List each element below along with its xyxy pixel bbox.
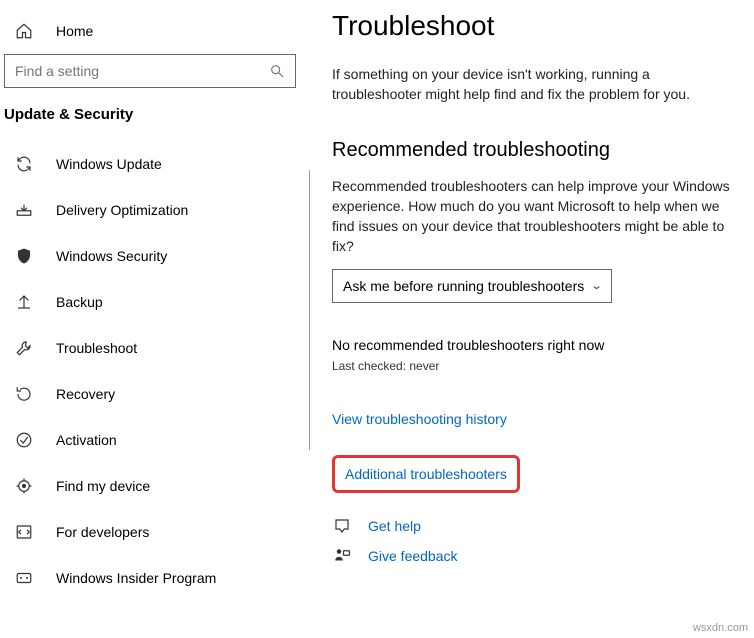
sidebar-item-insider[interactable]: Windows Insider Program (0, 555, 310, 601)
sidebar-item-label: Delivery Optimization (56, 202, 188, 218)
status-text: No recommended troubleshooters right now (332, 337, 742, 353)
sidebar-item-label: Windows Update (56, 156, 162, 172)
watermark: wsxdn.com (693, 622, 748, 634)
sidebar-item-backup[interactable]: Backup (0, 279, 310, 325)
sync-icon (12, 155, 36, 173)
sidebar-item-label: Windows Insider Program (56, 570, 216, 586)
sidebar-item-windows-security[interactable]: Windows Security (0, 233, 310, 279)
sidebar-item-label: Backup (56, 294, 103, 310)
sidebar-item-for-developers[interactable]: For developers (0, 509, 310, 555)
check-circle-icon (12, 431, 36, 449)
give-feedback-row[interactable]: Give feedback (332, 547, 742, 565)
sidebar-home-label: Home (56, 23, 93, 39)
section-text: Recommended troubleshooters can help imp… (332, 176, 742, 257)
chat-icon (332, 517, 352, 535)
link-give-feedback[interactable]: Give feedback (368, 548, 458, 564)
link-additional-troubleshooters[interactable]: Additional troubleshooters (345, 466, 507, 482)
wrench-icon (12, 339, 36, 357)
backup-icon (12, 293, 36, 311)
troubleshoot-mode-dropdown[interactable]: Ask me before running troubleshooters ⌄ (332, 269, 612, 303)
sidebar-item-activation[interactable]: Activation (0, 417, 310, 463)
search-box[interactable] (4, 54, 296, 88)
section-title: Recommended troubleshooting (332, 139, 742, 162)
sidebar-item-delivery-optimization[interactable]: Delivery Optimization (0, 187, 310, 233)
sidebar-home[interactable]: Home (0, 14, 310, 54)
sidebar-item-label: Find my device (56, 478, 150, 494)
insider-icon (12, 569, 36, 587)
highlight-annotation: Additional troubleshooters (332, 455, 520, 493)
sidebar: Home Update & Security Windows Update De… (0, 0, 310, 638)
sidebar-item-troubleshoot[interactable]: Troubleshoot (0, 325, 310, 371)
sidebar-item-label: Recovery (56, 386, 115, 402)
recovery-icon (12, 385, 36, 403)
page-title: Troubleshoot (332, 10, 742, 42)
link-get-help[interactable]: Get help (368, 518, 421, 534)
sidebar-item-label: Windows Security (56, 248, 167, 264)
category-title: Update & Security (4, 106, 310, 123)
search-input[interactable] (15, 63, 269, 79)
sidebar-item-recovery[interactable]: Recovery (0, 371, 310, 417)
link-troubleshooting-history[interactable]: View troubleshooting history (332, 411, 742, 427)
main-content: Troubleshoot If something on your device… (310, 0, 754, 638)
last-checked: Last checked: never (332, 359, 742, 373)
intro-text: If something on your device isn't workin… (332, 64, 742, 105)
feedback-icon (332, 547, 352, 565)
developers-icon (12, 523, 36, 541)
home-icon (12, 22, 36, 40)
delivery-icon (12, 201, 36, 219)
get-help-row[interactable]: Get help (332, 517, 742, 535)
shield-icon (12, 247, 36, 265)
sidebar-item-label: For developers (56, 524, 149, 540)
chevron-down-icon: ⌄ (590, 279, 603, 292)
sidebar-item-label: Troubleshoot (56, 340, 137, 356)
sidebar-item-find-my-device[interactable]: Find my device (0, 463, 310, 509)
sidebar-item-windows-update[interactable]: Windows Update (0, 141, 310, 187)
sidebar-item-label: Activation (56, 432, 117, 448)
dropdown-value: Ask me before running troubleshooters (343, 278, 584, 294)
location-icon (12, 477, 36, 495)
search-icon (269, 63, 285, 79)
